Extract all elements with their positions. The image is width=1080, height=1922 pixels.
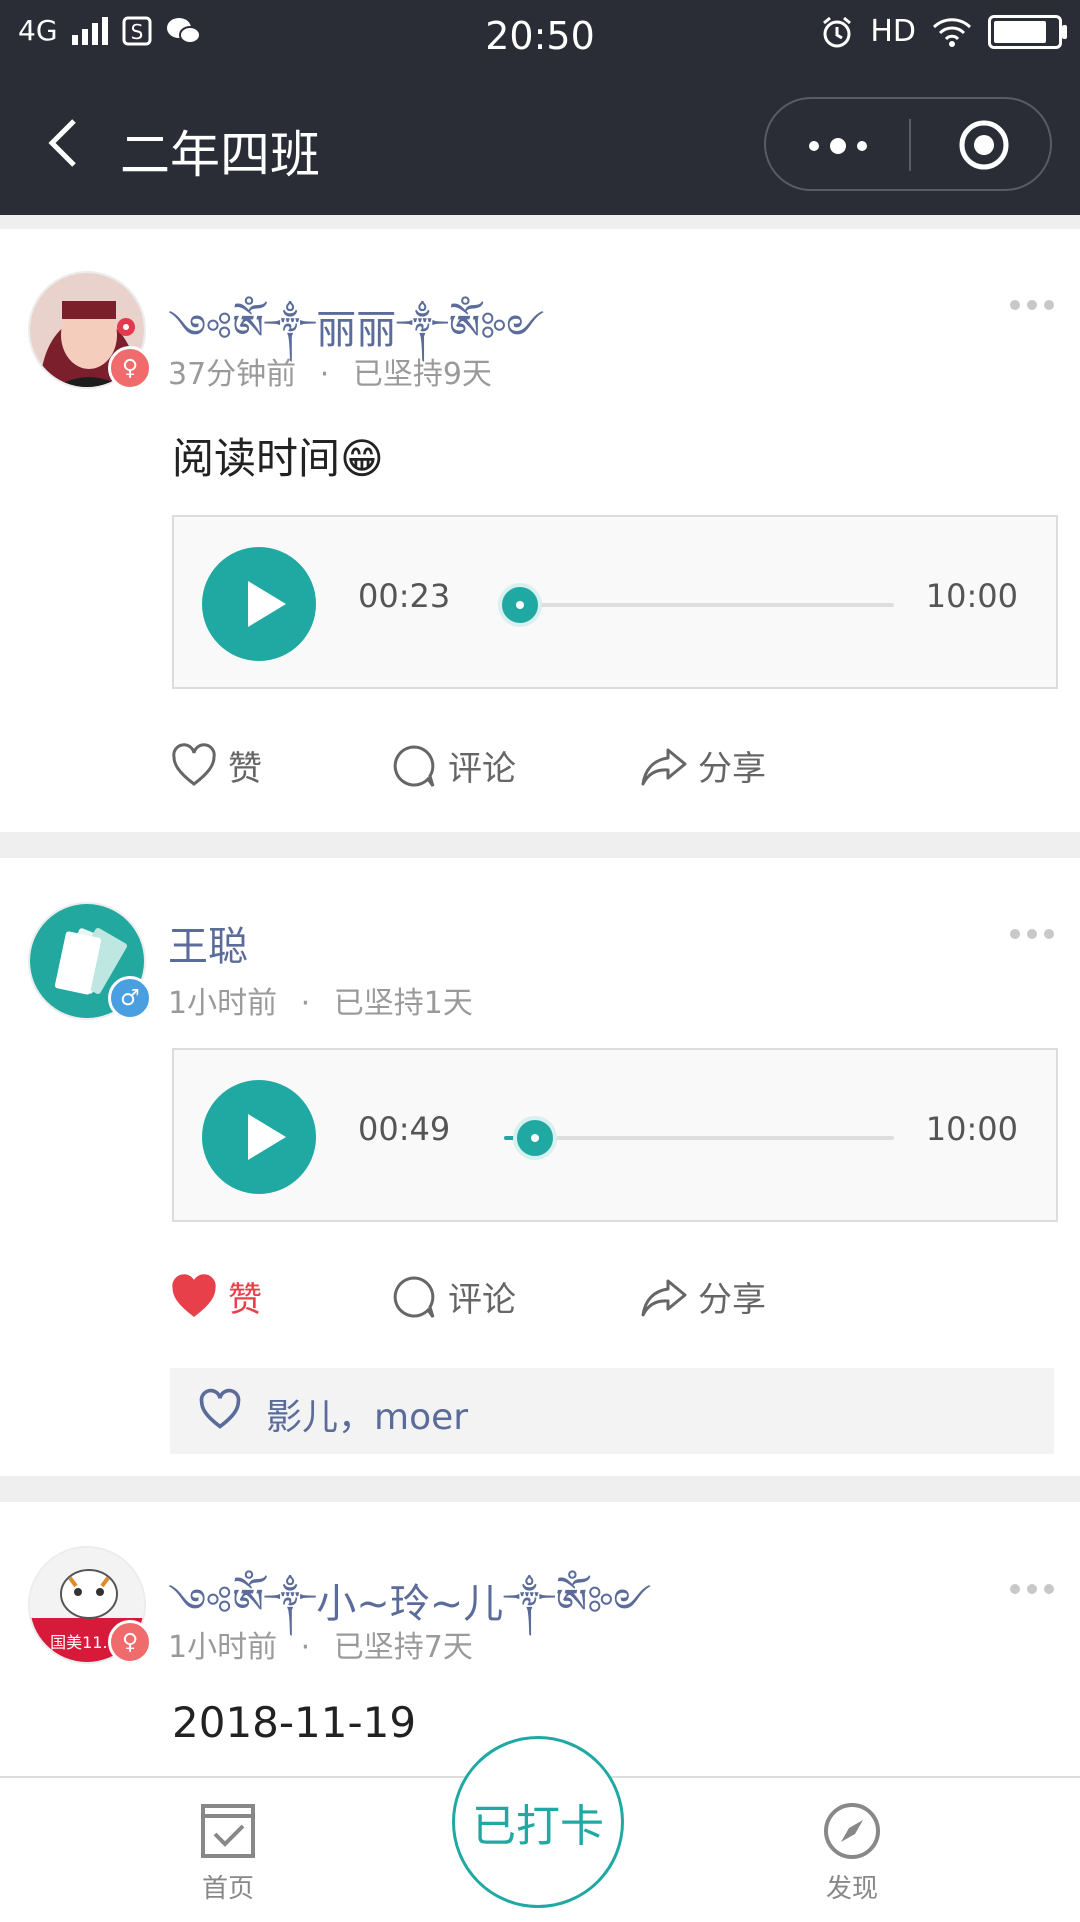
post-meta: 1小时前 · 已坚持7天 bbox=[168, 1622, 473, 1666]
post-time: 37分钟前 bbox=[168, 357, 297, 392]
tab-discover-label: 发现 bbox=[825, 1874, 878, 1904]
capsule-divider bbox=[909, 119, 911, 171]
alarm-icon bbox=[823, 16, 852, 47]
meta-separator: · bbox=[300, 986, 311, 1021]
feed-card: 国美11.11 ♀ ༺ༀ༒小~玲~儿༒ༀ༻ 1小时前 · 已坚持7天 2018-… bbox=[0, 1502, 1080, 1776]
mini-program-capsule bbox=[764, 97, 1052, 191]
wifi-icon bbox=[932, 17, 972, 47]
female-icon: ♀ bbox=[108, 346, 152, 390]
page-title: 二年四班 bbox=[120, 126, 320, 184]
tab-home-label: 首页 bbox=[201, 1874, 254, 1904]
audio-player: 00:49 10:00 bbox=[172, 1048, 1058, 1222]
likes-list: 影儿，moer bbox=[170, 1368, 1054, 1454]
like-label: 赞 bbox=[228, 1280, 262, 1320]
back-arrow-icon[interactable] bbox=[36, 113, 96, 173]
more-options-icon[interactable] bbox=[1008, 1582, 1056, 1596]
share-button[interactable]: 分享 bbox=[640, 1272, 766, 1321]
post-meta: 1小时前 · 已坚持1天 bbox=[168, 978, 473, 1022]
nav-bar: 二年四班 bbox=[0, 75, 1080, 215]
streak-days: 已坚持7天 bbox=[333, 1630, 473, 1665]
hd-label: HD bbox=[870, 14, 916, 49]
like-button[interactable]: 赞 bbox=[170, 741, 262, 790]
like-button[interactable]: 赞 bbox=[170, 1272, 262, 1321]
audio-progress-knob[interactable] bbox=[497, 583, 542, 627]
post-text: 阅读时间😁 bbox=[172, 434, 384, 483]
audio-total: 10:00 bbox=[925, 577, 1018, 615]
share-arrow-icon bbox=[641, 748, 687, 785]
post-actions: 赞 评论 分享 bbox=[170, 1272, 770, 1332]
audio-elapsed: 00:49 bbox=[358, 1110, 451, 1148]
calendar-check-icon bbox=[201, 1804, 255, 1858]
comment-label: 评论 bbox=[448, 749, 516, 789]
audio-progress-knob[interactable] bbox=[513, 1116, 558, 1160]
tab-home[interactable]: 首页 bbox=[158, 1800, 298, 1905]
user-name[interactable]: 王聪 bbox=[168, 914, 248, 972]
audio-progress-track[interactable] bbox=[497, 583, 894, 627]
audio-elapsed: 00:23 bbox=[358, 577, 451, 615]
audio-player: 00:23 10:00 bbox=[172, 515, 1058, 689]
share-button[interactable]: 分享 bbox=[640, 741, 766, 790]
share-label: 分享 bbox=[698, 1280, 766, 1320]
comment-bubble-icon bbox=[393, 1275, 435, 1318]
male-icon: ♂ bbox=[108, 976, 152, 1020]
status-right: HD bbox=[820, 14, 1067, 49]
play-button[interactable] bbox=[202, 547, 316, 661]
comment-button[interactable]: 评论 bbox=[390, 741, 516, 790]
post-actions: 赞 评论 分享 bbox=[170, 741, 770, 801]
comment-label: 评论 bbox=[448, 1280, 516, 1320]
comment-button[interactable]: 评论 bbox=[390, 1272, 516, 1321]
heart-outline-icon bbox=[199, 1388, 241, 1429]
feed-card: ♀ ༺ༀ༒丽丽༒ༀ༻ 37分钟前 · 已坚持9天 阅读时间😁 00:23 10:… bbox=[0, 229, 1080, 832]
post-text: 2018-11-19 bbox=[172, 1698, 417, 1747]
heart-outline-icon bbox=[172, 742, 216, 786]
separator bbox=[0, 215, 1080, 229]
share-arrow-icon bbox=[641, 1279, 687, 1316]
separator bbox=[0, 1476, 1080, 1502]
feed-card: ♂ 王聪 1小时前 · 已坚持1天 00:49 10:00 赞 评论 分享 影儿… bbox=[0, 858, 1080, 1476]
more-options-icon[interactable] bbox=[1008, 298, 1056, 312]
tab-discover[interactable]: 发现 bbox=[782, 1800, 922, 1905]
top-bar: 4G S 20:50 HD 二年四班 bbox=[0, 0, 1080, 215]
post-time: 1小时前 bbox=[168, 1630, 278, 1665]
close-target-icon[interactable] bbox=[956, 117, 1012, 173]
more-options-icon[interactable] bbox=[1008, 927, 1056, 941]
post-meta: 37分钟前 · 已坚持9天 bbox=[168, 349, 492, 393]
streak-days: 已坚持9天 bbox=[352, 357, 492, 392]
like-label: 赞 bbox=[228, 749, 262, 789]
streak-days: 已坚持1天 bbox=[333, 986, 473, 1021]
checked-in-button[interactable]: 已打卡 bbox=[452, 1736, 624, 1908]
battery-icon bbox=[988, 14, 1067, 49]
meta-separator: · bbox=[319, 357, 330, 392]
comment-bubble-icon bbox=[393, 744, 435, 787]
meta-separator: · bbox=[300, 1630, 311, 1665]
more-dots-icon[interactable] bbox=[802, 127, 874, 165]
share-label: 分享 bbox=[698, 749, 766, 789]
separator bbox=[0, 832, 1080, 858]
audio-progress-track[interactable] bbox=[504, 1116, 894, 1160]
post-time: 1小时前 bbox=[168, 986, 278, 1021]
audio-total: 10:00 bbox=[925, 1110, 1018, 1148]
female-icon: ♀ bbox=[108, 1620, 152, 1664]
status-bar: 4G S 20:50 HD bbox=[0, 0, 1080, 75]
play-button[interactable] bbox=[202, 1080, 316, 1194]
compass-icon bbox=[824, 1803, 880, 1859]
heart-filled-icon bbox=[172, 1273, 216, 1317]
liked-by-names[interactable]: 影儿，moer bbox=[266, 1388, 468, 1440]
